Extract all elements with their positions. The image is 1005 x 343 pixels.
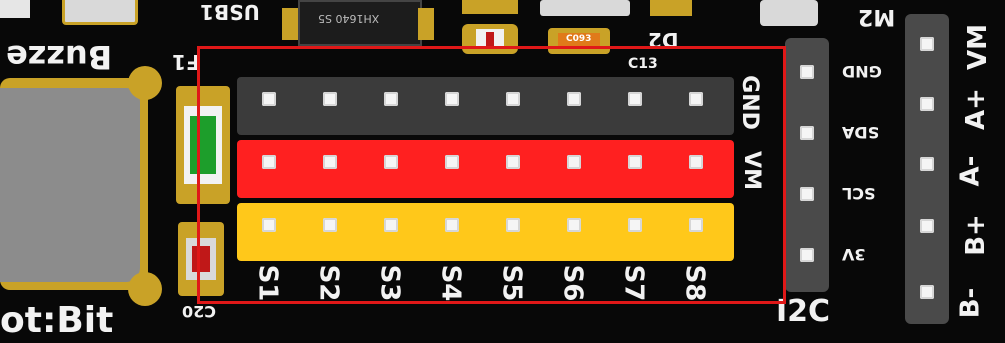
chip-pad-right (418, 8, 434, 40)
motor-pin-label: A- (955, 155, 986, 187)
motor-pin (920, 285, 934, 299)
i2c-pin (800, 126, 814, 140)
buzzer-label: Buzze (6, 38, 113, 76)
top-pad-3 (650, 0, 692, 16)
buzzer-pad-top (128, 66, 162, 100)
ic-chip: XH1640 S5 (298, 0, 422, 46)
i2c-pin-label: GND (842, 62, 882, 81)
i2c-pin-label: SCL (842, 184, 876, 203)
buzzer-body (0, 78, 148, 290)
motor-pin-label: B- (955, 287, 986, 319)
motor-pin (920, 219, 934, 233)
motor-pin-label: A+ (960, 88, 991, 130)
c20-label: C20 (182, 302, 217, 321)
top-pad-2 (540, 0, 630, 16)
top-left-pad (0, 0, 30, 18)
highlight-box (197, 46, 786, 304)
pcb-closeup: USB1 XH1640 S5 C093 D2 C13 M2 Buzze F1 C… (0, 0, 1005, 343)
fuse-label: F1 (172, 50, 200, 74)
m2-label: M2 (858, 4, 896, 29)
top-pad-1 (462, 0, 518, 14)
i2c-pin-label: 3V (842, 245, 866, 264)
i2c-pin-label: SDA (842, 123, 880, 142)
motor-pin (920, 157, 934, 171)
top-pad-4 (760, 0, 818, 26)
i2c-pin (800, 248, 814, 262)
motor-pin (920, 97, 934, 111)
top-left-component (62, 0, 138, 25)
motor-pin (920, 37, 934, 51)
i2c-pin (800, 65, 814, 79)
motor-pin-label: VM (963, 24, 993, 70)
chip-marking: XH1640 S5 (318, 12, 380, 25)
buzzer-pad-bottom (128, 272, 162, 306)
chip-pad-left (282, 8, 298, 40)
brand-label: ot:Bit (0, 300, 114, 341)
usb-label: USB1 (200, 0, 260, 24)
i2c-pin (800, 187, 814, 201)
motor-pin-label: B+ (960, 214, 991, 256)
